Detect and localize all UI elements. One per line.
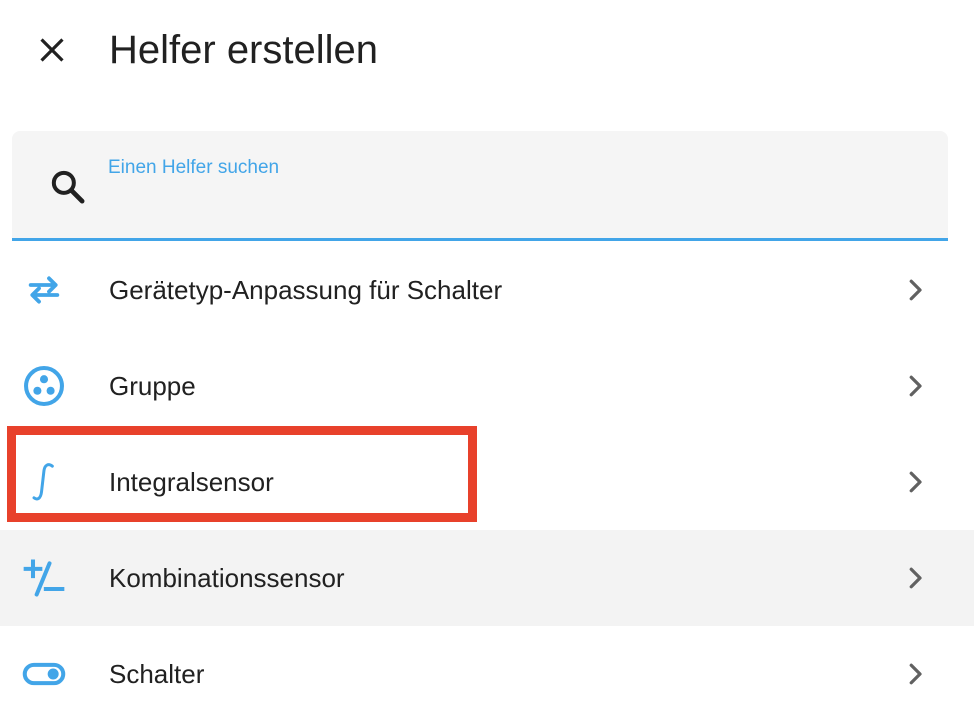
helper-item-combination[interactable]: Kombinationssensor — [0, 530, 974, 626]
helper-item-label: Gerätetyp-Anpassung für Schalter — [109, 274, 503, 305]
helper-item-label: Gruppe — [109, 370, 196, 401]
chevron-right-icon — [909, 375, 922, 397]
helper-item-label: Kombinationssensor — [109, 562, 345, 593]
search-icon — [51, 170, 85, 204]
chevron-right-icon — [909, 471, 922, 493]
helper-item-integral[interactable]: Integralsensor — [0, 434, 974, 530]
helper-item-label: Integralsensor — [109, 466, 274, 497]
dialog-header: Helfer erstellen — [0, 0, 974, 100]
helper-item-label: Schalter — [109, 658, 205, 689]
search-label: Einen Helfer suchen — [108, 157, 280, 178]
close-button[interactable] — [24, 24, 80, 76]
helper-item-toggle[interactable]: Schalter — [0, 626, 974, 716]
group-circle-icon — [22, 364, 66, 408]
chevron-right-icon — [909, 567, 922, 589]
chevron-right-icon — [909, 279, 922, 301]
plus-minus-icon — [22, 556, 66, 600]
helper-list: Gerätetyp-Anpassung für Schalter Gruppe — [0, 242, 974, 716]
create-helper-dialog: Helfer erstellen Einen Helfer suchen Ger… — [0, 0, 974, 716]
dialog-title: Helfer erstellen — [109, 28, 379, 72]
helper-item-switch-as-x[interactable]: Gerätetyp-Anpassung für Schalter — [0, 242, 974, 338]
integral-icon — [22, 460, 66, 504]
swap-arrows-icon — [22, 268, 66, 312]
chevron-right-icon — [909, 663, 922, 685]
search-input[interactable] — [108, 183, 912, 221]
helper-item-group[interactable]: Gruppe — [0, 338, 974, 434]
toggle-switch-icon — [22, 652, 66, 696]
search-field[interactable]: Einen Helfer suchen — [12, 131, 948, 241]
close-icon — [40, 38, 64, 62]
